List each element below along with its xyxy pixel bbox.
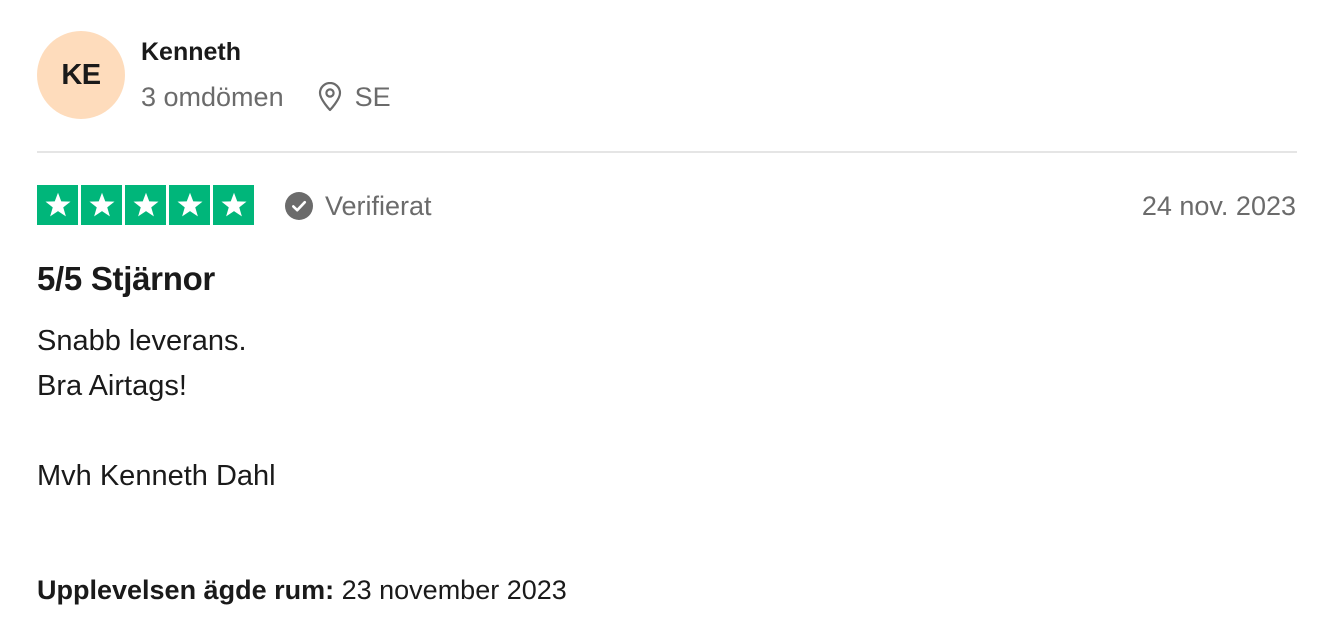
verified-label: Verifierat bbox=[325, 190, 432, 221]
star-icon bbox=[45, 192, 70, 217]
review-count: 3 omdömen bbox=[141, 81, 284, 112]
star-box bbox=[37, 185, 78, 225]
star-box bbox=[169, 185, 210, 225]
star-box bbox=[125, 185, 166, 225]
verified-badge[interactable]: Verifierat bbox=[285, 189, 432, 223]
star-icon bbox=[89, 192, 114, 217]
divider bbox=[37, 151, 1297, 153]
reviewer-name[interactable]: Kenneth bbox=[141, 38, 241, 67]
avatar[interactable]: KE bbox=[37, 31, 125, 119]
reviewer-meta: 3 omdömen SE bbox=[141, 80, 391, 114]
review-card: KE Kenneth 3 omdömen SE Verifierat 24 no… bbox=[0, 0, 1336, 644]
review-body-blank-line bbox=[37, 409, 276, 454]
review-date: 24 nov. 2023 bbox=[1141, 191, 1296, 221]
star-box bbox=[81, 185, 122, 225]
experience-label: Upplevelsen ägde rum: bbox=[37, 575, 335, 605]
experience-date: Upplevelsen ägde rum: 23 november 2023 bbox=[37, 575, 567, 606]
review-title: 5/5 Stjärnor bbox=[37, 260, 215, 297]
star-box bbox=[213, 185, 254, 225]
review-body: Snabb leverans. Bra Airtags! Mvh Kenneth… bbox=[37, 319, 276, 499]
star-icon bbox=[221, 192, 246, 217]
review-body-line: Mvh Kenneth Dahl bbox=[37, 460, 276, 492]
star-icon bbox=[133, 192, 158, 217]
review-body-line: Bra Airtags! bbox=[37, 370, 187, 402]
location-pin-icon bbox=[317, 82, 343, 112]
review-body-line: Snabb leverans. bbox=[37, 325, 247, 357]
experience-value: 23 november 2023 bbox=[341, 575, 567, 605]
star-icon bbox=[177, 192, 202, 217]
check-circle-icon bbox=[285, 192, 313, 220]
star-rating bbox=[37, 185, 254, 225]
reviewer-country: SE bbox=[354, 81, 391, 112]
